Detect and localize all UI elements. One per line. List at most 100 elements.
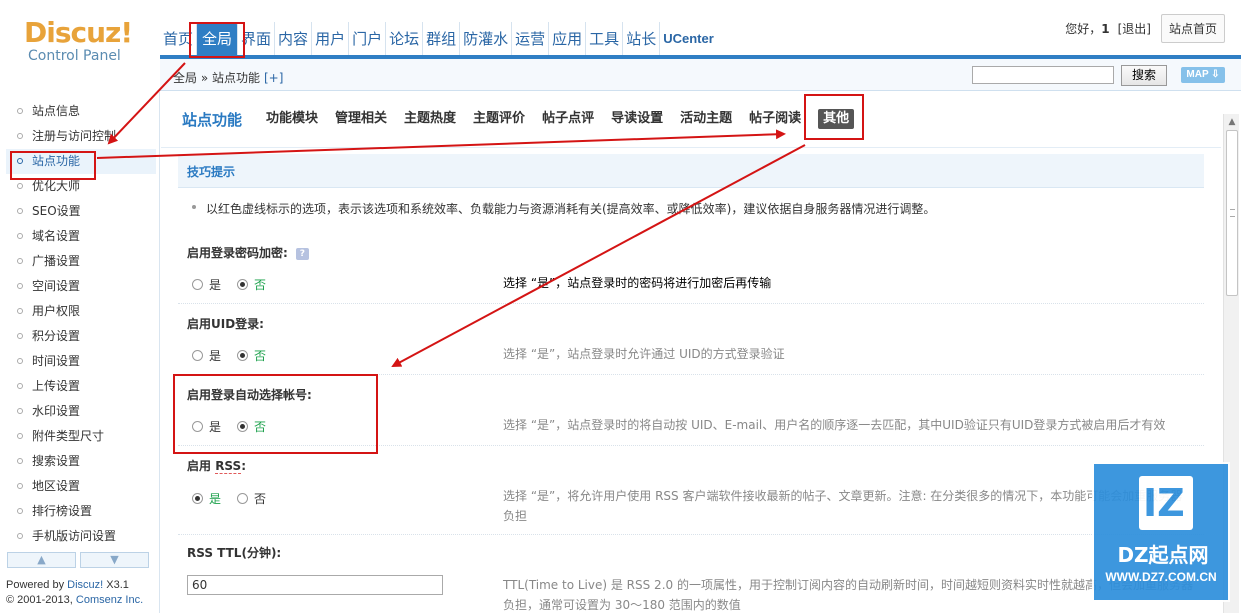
site-home-button[interactable]: 站点首页 <box>1160 14 1225 43</box>
greeting-text: 您好， <box>1065 22 1102 36</box>
sidebar-item-search[interactable]: 搜索设置 <box>6 449 156 474</box>
nav-global[interactable]: 全局 <box>196 22 238 56</box>
user-greeting: 您好，1 <box>1065 20 1109 37</box>
bullet-icon <box>17 233 23 239</box>
tab-other[interactable]: 其他 <box>818 109 855 129</box>
radio-group: 是 否 <box>192 347 282 364</box>
tab-activity[interactable]: 活动主题 <box>680 109 732 129</box>
sidebar-item-site-info[interactable]: 站点信息 <box>6 99 156 124</box>
tab-guide[interactable]: 导读设置 <box>611 109 663 129</box>
sub-tabs: 功能模块 管理相关 主题热度 主题评价 帖子点评 导读设置 活动主题 帖子阅读 … <box>266 109 871 129</box>
setting-auto-account: 启用登录自动选择帐号: 是 否 选择 “是”，站点登录时的将自动按 UID、E-… <box>178 375 1204 446</box>
radio-no-label: 否 <box>254 349 267 363</box>
nav-ucenter[interactable]: UCenter <box>659 22 717 56</box>
map-button[interactable]: MAP ⇩ <box>1181 67 1225 83</box>
setting-rss: 启用 RSS: 是 否 选择 “是”，将允许用户使用 RSS 客户端软件接收最新… <box>178 446 1204 535</box>
sidebar-scroll-up-icon[interactable]: ▲ <box>7 552 76 568</box>
nav-content[interactable]: 内容 <box>274 22 311 56</box>
bullet-icon <box>17 133 23 139</box>
sidebar-item-mobile[interactable]: 手机版访问设置 <box>6 524 156 549</box>
setting-uid-login: 启用UID登录: 是 否 选择 “是”，站点登录时允许通过 UID的方式登录验证 <box>178 304 1204 375</box>
scroll-thumb[interactable] <box>1226 130 1238 296</box>
bullet-icon <box>17 458 23 464</box>
setting-label-text: 启用登录密码加密: <box>187 246 288 260</box>
nav-tools[interactable]: 工具 <box>585 22 622 56</box>
radio-yes[interactable] <box>192 279 203 290</box>
tab-management[interactable]: 管理相关 <box>335 109 387 129</box>
sidebar-item-attachment-types[interactable]: 附件类型尺寸 <box>6 424 156 449</box>
setting-description: 选择 “是”，将允许用户使用 RSS 客户端软件接收最新的帖子、文章更新。注意:… <box>503 489 1183 503</box>
rss-ttl-input[interactable]: 60 <box>187 575 443 595</box>
radio-yes-label: 是 <box>209 420 222 434</box>
nav-antispam[interactable]: 防灌水 <box>459 22 511 56</box>
copyright-line: © 2001-2013, Comsenz Inc. <box>6 593 143 608</box>
nav-operation[interactable]: 运营 <box>511 22 548 56</box>
sidebar-item-label: 时间设置 <box>32 354 81 368</box>
tip-bullet-icon <box>192 205 196 209</box>
discuz-logo[interactable]: Discuz! Control Panel <box>24 16 146 64</box>
sidebar-item-label: 空间设置 <box>32 279 81 293</box>
comsenz-link[interactable]: Comsenz Inc. <box>76 594 143 606</box>
tips-title: 技巧提示 <box>187 165 236 179</box>
sidebar-item-label: 积分设置 <box>32 329 81 343</box>
sidebar-item-time[interactable]: 时间设置 <box>6 349 156 374</box>
username: 1 <box>1101 22 1110 36</box>
setting-rss-ttl: RSS TTL(分钟): 60 TTL(Time to Live) 是 RSS … <box>178 535 1204 613</box>
sidebar-item-optimizer[interactable]: 优化大师 <box>6 174 156 199</box>
nav-apps[interactable]: 应用 <box>548 22 585 56</box>
tab-heat[interactable]: 主题热度 <box>404 109 456 129</box>
setting-label: 启用UID登录: <box>187 317 264 331</box>
sidebar-item-region[interactable]: 地区设置 <box>6 474 156 499</box>
add-shortcut-link[interactable]: [+] <box>264 71 283 85</box>
copyright-text: © 2001-2013, <box>6 594 76 606</box>
scroll-up-icon[interactable]: ▲ <box>1224 114 1240 130</box>
sidebar-item-seo[interactable]: SEO设置 <box>6 199 156 224</box>
tab-rating[interactable]: 主题评价 <box>473 109 525 129</box>
help-icon[interactable]: ? <box>295 247 309 260</box>
nav-users[interactable]: 用户 <box>311 22 348 56</box>
sidebar-item-upload[interactable]: 上传设置 <box>6 374 156 399</box>
tab-comments[interactable]: 帖子点评 <box>542 109 594 129</box>
sidebar-item-ranking[interactable]: 排行榜设置 <box>6 499 156 524</box>
sidebar-item-label: 搜索设置 <box>32 454 81 468</box>
nav-forum[interactable]: 论坛 <box>385 22 422 56</box>
setting-description: TTL(Time to Live) 是 RSS 2.0 的一项属性，用于控制订阅… <box>503 578 1193 592</box>
bullet-icon <box>17 358 23 364</box>
sidebar-item-broadcast[interactable]: 广播设置 <box>6 249 156 274</box>
nav-interface[interactable]: 界面 <box>237 22 274 56</box>
sidebar-item-space[interactable]: 空间设置 <box>6 274 156 299</box>
setting-description: 选择 “是”，站点登录时允许通过 UID的方式登录验证 <box>503 347 785 361</box>
sidebar-item-label: 广播设置 <box>32 254 81 268</box>
search-input[interactable] <box>972 66 1114 84</box>
radio-no[interactable] <box>237 350 249 361</box>
nav-founder[interactable]: 站长 <box>622 22 659 56</box>
search-button[interactable]: 搜索 <box>1121 65 1167 86</box>
sidebar-item-watermark[interactable]: 水印设置 <box>6 399 156 424</box>
radio-no-label: 否 <box>254 278 267 292</box>
tab-reading[interactable]: 帖子阅读 <box>749 109 801 129</box>
setting-description: 选择 “是”，站点登录时的密码将进行加密后再传输 <box>503 276 772 290</box>
radio-yes[interactable] <box>192 421 203 432</box>
sidebar-item-domain[interactable]: 域名设置 <box>6 224 156 249</box>
nav-groups[interactable]: 群组 <box>422 22 459 56</box>
radio-no[interactable] <box>237 493 249 504</box>
logout-link[interactable]: [退出] <box>1118 20 1151 37</box>
sidebar-item-credits[interactable]: 积分设置 <box>6 324 156 349</box>
tab-modules[interactable]: 功能模块 <box>266 109 318 129</box>
discuz-link[interactable]: Discuz! <box>67 579 103 591</box>
nav-portal[interactable]: 门户 <box>348 22 385 56</box>
sidebar-scroll-down-icon[interactable]: ▼ <box>80 552 149 568</box>
nav-home[interactable]: 首页 <box>160 22 196 56</box>
setting-label: RSS TTL(分钟): <box>187 546 282 560</box>
radio-no-label: 否 <box>254 492 267 506</box>
sidebar-item-permissions[interactable]: 用户权限 <box>6 299 156 324</box>
radio-yes[interactable] <box>192 493 203 504</box>
tip-text: 以红色虚线标示的选项，表示该选项和系统效率、负载能力与资源消耗有关(提高效率、或… <box>206 202 936 216</box>
radio-no[interactable] <box>237 421 249 432</box>
sidebar-item-site-features[interactable]: 站点功能 <box>6 149 156 174</box>
radio-no[interactable] <box>237 279 249 290</box>
radio-no-label: 否 <box>254 420 267 434</box>
radio-yes[interactable] <box>192 350 203 361</box>
sidebar-item-register-access[interactable]: 注册与访问控制 <box>6 124 156 149</box>
radio-yes-label: 是 <box>209 492 222 506</box>
